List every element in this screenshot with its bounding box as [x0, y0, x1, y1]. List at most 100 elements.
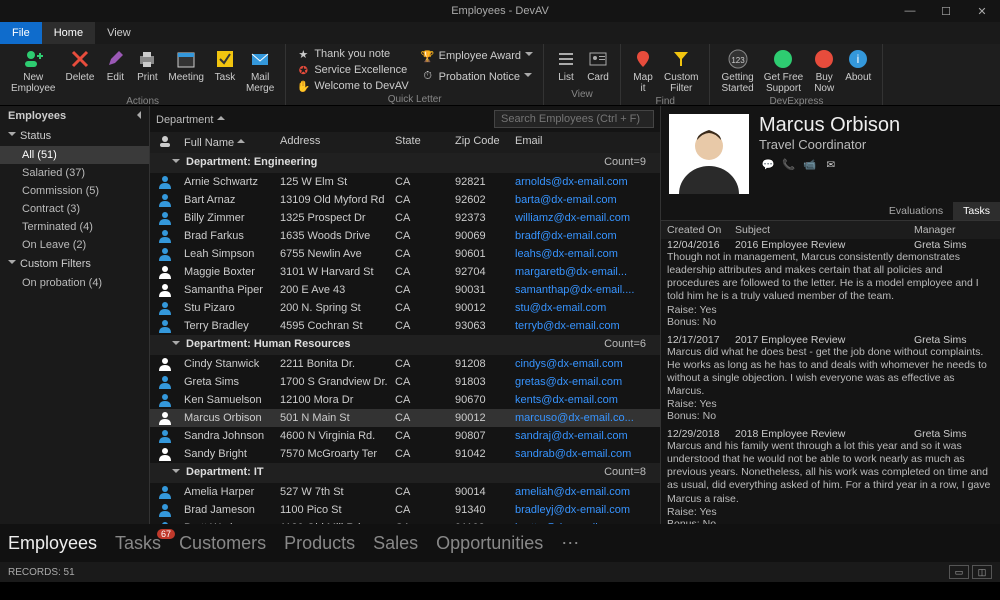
probation-notice-button[interactable]: ⏱Probation Notice: [417, 69, 537, 85]
list-view-button[interactable]: List: [550, 46, 582, 89]
record-count: RECORDS: 51: [8, 567, 75, 578]
sidebar-item[interactable]: All (51): [0, 146, 149, 164]
window-title: Employees - DevAV: [451, 5, 549, 17]
phone-icon[interactable]: 📞: [780, 158, 798, 174]
review-item[interactable]: 12/17/20172017 Employee ReviewGreta Sims…: [667, 334, 994, 423]
cart-icon: [813, 48, 835, 70]
pencil-icon: [104, 48, 126, 70]
table-row[interactable]: Greta Sims1700 S Grandview Dr.CA91803gre…: [150, 373, 660, 391]
nav-tasks[interactable]: Tasks67: [115, 533, 161, 554]
table-row[interactable]: Arnie Schwartz125 W Elm StCA92821arnolds…: [150, 173, 660, 191]
table-row[interactable]: Stu Pizaro200 N. Spring StCA90012stu@dx-…: [150, 299, 660, 317]
about-button[interactable]: iAbout: [840, 46, 876, 96]
welcome-button[interactable]: ✋Welcome to DevAV: [292, 78, 412, 94]
status-group[interactable]: Status: [0, 126, 149, 146]
table-row[interactable]: Leah Simpson6755 Newlin AveCA90601leahs@…: [150, 245, 660, 263]
nav-customers[interactable]: Customers: [179, 533, 266, 554]
minimize-button[interactable]: —: [892, 0, 928, 22]
custom-filter-button[interactable]: Custom Filter: [659, 46, 703, 96]
map-it-button[interactable]: Map it: [627, 46, 659, 96]
sidebar-item[interactable]: On Leave (2): [0, 236, 149, 254]
sidebar-item[interactable]: On probation (4): [0, 274, 149, 292]
getting-started-button[interactable]: 123Getting Started: [716, 46, 758, 96]
col-subject[interactable]: Subject: [735, 224, 914, 236]
custom-filters-group[interactable]: Custom Filters: [0, 254, 149, 274]
video-icon[interactable]: 📹: [801, 158, 819, 174]
col-full-name[interactable]: Full Name: [180, 135, 280, 150]
table-row[interactable]: Terry Bradley4595 Cochran StCA93063terry…: [150, 317, 660, 335]
review-item[interactable]: 12/04/20162016 Employee ReviewGreta Sims…: [667, 239, 994, 328]
support-icon: [772, 48, 794, 70]
ribbon: New Employee Delete Edit Print Meeting T…: [0, 44, 1000, 106]
view-toggle-2[interactable]: ◫: [972, 565, 992, 579]
print-button[interactable]: Print: [131, 46, 163, 96]
table-row[interactable]: Cindy Stanwick2211 Bonita Dr.CA91208cind…: [150, 355, 660, 373]
table-row[interactable]: Brett Wade1120 Old Mill Rd.CA91108brettw…: [150, 519, 660, 524]
mail-icon[interactable]: ✉: [822, 159, 840, 175]
table-row[interactable]: Brad Jameson1100 Pico StCA91340bradleyj@…: [150, 501, 660, 519]
view-toggle-1[interactable]: ▭: [949, 565, 969, 579]
view-tab[interactable]: View: [95, 22, 143, 44]
table-row[interactable]: Samantha Piper200 E Ave 43CA90031samanth…: [150, 281, 660, 299]
table-row[interactable]: Marcus Orbison501 N Main StCA90012marcus…: [150, 409, 660, 427]
mail-merge-button[interactable]: Mail Merge: [241, 46, 279, 96]
employee-photo: [669, 114, 749, 194]
file-tab[interactable]: File: [0, 22, 42, 44]
detail-name: Marcus Orbison: [759, 114, 900, 137]
collapse-sidebar-icon[interactable]: [133, 110, 141, 122]
table-row[interactable]: Ken Samuelson12100 Mora DrCA90670kents@d…: [150, 391, 660, 409]
nav-products[interactable]: Products: [284, 533, 355, 554]
sidebar-item[interactable]: Salaried (37): [0, 164, 149, 182]
group-by-label[interactable]: Department: [156, 112, 225, 126]
close-button[interactable]: ✕: [964, 0, 1000, 22]
wave-icon: ✋: [296, 79, 310, 93]
nav-employees[interactable]: Employees: [8, 533, 97, 554]
person-icon[interactable]: [150, 135, 180, 150]
search-input[interactable]: [494, 110, 654, 128]
col-manager[interactable]: Manager: [914, 224, 994, 236]
dept-header[interactable]: Department: Human ResourcesCount=6: [150, 335, 660, 355]
service-excellence-button[interactable]: ✪Service Excellence: [292, 62, 412, 78]
task-button[interactable]: Task: [209, 46, 241, 96]
col-address[interactable]: Address: [280, 135, 395, 150]
buy-now-button[interactable]: Buy Now: [808, 46, 840, 96]
col-state[interactable]: State: [395, 135, 455, 150]
card-view-button[interactable]: Card: [582, 46, 614, 89]
x-icon: [69, 48, 91, 70]
sidebar-item[interactable]: Terminated (4): [0, 218, 149, 236]
chat-icon[interactable]: 💬: [759, 158, 777, 174]
thank-you-note-button[interactable]: ★Thank you note: [292, 46, 412, 62]
detail-role: Travel Coordinator: [759, 137, 900, 152]
table-row[interactable]: Sandra Johnson4600 N Virginia Rd.CA90807…: [150, 427, 660, 445]
meeting-button[interactable]: Meeting: [163, 46, 209, 96]
col-zip[interactable]: Zip Code: [455, 135, 515, 150]
dept-header[interactable]: Department: ITCount=8: [150, 463, 660, 483]
sidebar-item[interactable]: Contract (3): [0, 200, 149, 218]
dept-header[interactable]: Department: EngineeringCount=9: [150, 153, 660, 173]
nav-more[interactable]: ⋯: [561, 533, 579, 554]
table-row[interactable]: Sandy Bright7570 McGroarty TerCA91042san…: [150, 445, 660, 463]
new-employee-button[interactable]: New Employee: [6, 46, 60, 96]
nav-sales[interactable]: Sales: [373, 533, 418, 554]
edit-button[interactable]: Edit: [99, 46, 131, 96]
list-icon: [555, 48, 577, 70]
sidebar-item[interactable]: Commission (5): [0, 182, 149, 200]
table-row[interactable]: Maggie Boxter3101 W Harvard StCA92704mar…: [150, 263, 660, 281]
table-row[interactable]: Billy Zimmer1325 Prospect DrCA92373willi…: [150, 209, 660, 227]
table-row[interactable]: Brad Farkus1635 Woods DriveCA90069bradf@…: [150, 227, 660, 245]
table-row[interactable]: Bart Arnaz13109 Old Myford RdCA92602bart…: [150, 191, 660, 209]
maximize-button[interactable]: ☐: [928, 0, 964, 22]
col-email[interactable]: Email: [515, 135, 660, 150]
home-tab[interactable]: Home: [42, 22, 95, 44]
delete-button[interactable]: Delete: [60, 46, 99, 96]
evaluations-tab[interactable]: Evaluations: [879, 202, 953, 220]
table-row[interactable]: Amelia Harper527 W 7th StCA90014ameliah@…: [150, 483, 660, 501]
employee-award-button[interactable]: 🏆Employee Award: [417, 48, 537, 64]
tasks-tab[interactable]: Tasks: [953, 202, 1000, 220]
review-item[interactable]: 12/29/20182018 Employee ReviewGreta Sims…: [667, 428, 994, 524]
nav-opportunities[interactable]: Opportunities: [436, 533, 543, 554]
get-free-support-button[interactable]: Get Free Support: [759, 46, 808, 96]
col-created-on[interactable]: Created On: [667, 224, 735, 236]
clock-icon: ⏱: [421, 70, 435, 84]
svg-text:i: i: [857, 52, 860, 66]
